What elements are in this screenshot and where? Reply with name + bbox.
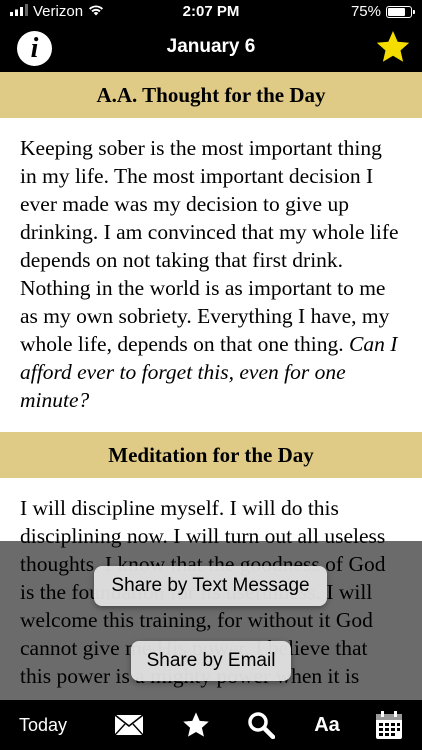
search-icon	[248, 712, 275, 739]
favorite-button[interactable]	[374, 28, 412, 66]
nav-bar: i January 6	[0, 24, 422, 72]
status-bar: Verizon 2:07 PM 75%	[0, 0, 422, 24]
star-icon	[183, 712, 209, 737]
search-tab[interactable]	[242, 708, 280, 742]
favorites-tab[interactable]	[177, 708, 215, 742]
share-text-message-button[interactable]: Share by Text Message	[94, 566, 327, 606]
share-tab[interactable]	[110, 708, 148, 742]
page-title: January 6	[166, 36, 256, 57]
star-icon	[376, 31, 410, 62]
thought-header: A.A. Thought for the Day	[0, 72, 422, 118]
status-right: 75%	[350, 3, 415, 20]
thought-text: Keeping sober is the most important thin…	[20, 136, 399, 356]
battery-icon	[386, 5, 415, 18]
calendar-tab[interactable]	[372, 708, 406, 742]
today-tab[interactable]: Today	[8, 708, 78, 742]
font-size-tab[interactable]: Aa	[308, 708, 346, 742]
calendar-icon	[376, 711, 402, 739]
meditation-header: Meditation for the Day	[0, 432, 422, 478]
tab-bar: Today Aa	[0, 700, 422, 750]
battery-fill	[388, 7, 405, 16]
battery-percent: 75%	[350, 3, 381, 20]
share-email-button[interactable]: Share by Email	[131, 641, 291, 681]
envelope-icon	[114, 714, 144, 736]
thought-body: Keeping sober is the most important thin…	[0, 118, 422, 432]
